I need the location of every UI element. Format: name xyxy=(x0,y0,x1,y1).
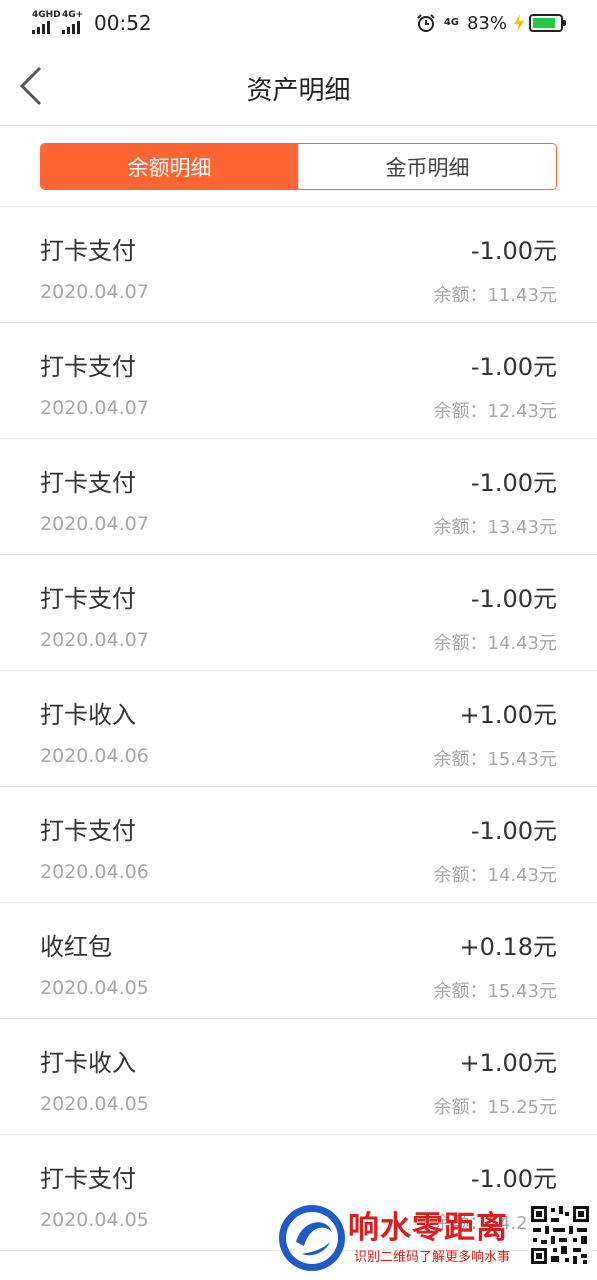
watermark-logo-icon xyxy=(279,1205,345,1271)
transaction-row[interactable]: 打卡收入 +1.00元 2020.04.06 余额：15.43元 xyxy=(0,671,597,787)
transaction-row[interactable]: 收红包 +0.18元 2020.04.05 余额：15.43元 xyxy=(0,903,597,1019)
transaction-amount: -1.00元 xyxy=(470,237,557,265)
transaction-amount: -1.00元 xyxy=(470,1165,557,1193)
signal-icon: 4G+ xyxy=(62,10,88,36)
transaction-amount: -1.00元 xyxy=(470,817,557,845)
page-title: 资产明细 xyxy=(246,76,351,106)
tab-coin-detail[interactable]: 金币明细 xyxy=(298,144,556,189)
transaction-date: 2020.04.05 xyxy=(40,977,149,999)
transaction-amount: -1.00元 xyxy=(470,585,557,613)
watermark: 响水零距离 识别二维码了解更多响水事 xyxy=(274,1196,597,1280)
transaction-date: 2020.04.07 xyxy=(40,281,149,303)
battery-fill xyxy=(533,18,555,28)
transaction-title: 打卡支付 xyxy=(40,585,136,613)
transaction-title: 打卡支付 xyxy=(40,817,136,845)
transaction-row[interactable]: 打卡支付 -1.00元 2020.04.06 余额：14.43元 xyxy=(0,787,597,903)
transaction-title: 打卡收入 xyxy=(40,1049,136,1077)
transaction-title: 打卡支付 xyxy=(40,469,136,497)
transaction-date: 2020.04.06 xyxy=(40,861,149,883)
transaction-balance: 余额：13.43元 xyxy=(433,517,557,538)
transaction-title: 打卡收入 xyxy=(40,701,136,729)
qr-code-icon xyxy=(529,1204,591,1266)
tab-bar: 余额明细 金币明细 xyxy=(0,127,597,207)
transaction-amount: -1.00元 xyxy=(470,469,557,497)
transaction-date: 2020.04.06 xyxy=(40,745,149,767)
signal2-label: 4G+ xyxy=(62,10,84,20)
transaction-title: 收红包 xyxy=(40,933,112,961)
transaction-date: 2020.04.07 xyxy=(40,629,149,651)
watermark-name: 响水零距离 xyxy=(348,1210,508,1246)
transaction-title: 打卡支付 xyxy=(40,237,136,265)
transaction-row[interactable]: 打卡支付 -1.00元 2020.04.07 余额：13.43元 xyxy=(0,439,597,555)
watermark-slogan: 识别二维码了解更多响水事 xyxy=(354,1250,511,1265)
status-bar: 4GHD 4G+ 00:52 4G 83% xyxy=(0,0,597,46)
transaction-amount: +1.00元 xyxy=(459,701,557,729)
transaction-title: 打卡支付 xyxy=(40,353,136,381)
tab-balance-detail[interactable]: 余额明细 xyxy=(41,144,298,189)
nav-bar: 资产明细 xyxy=(0,46,597,126)
transaction-date: 2020.04.05 xyxy=(40,1093,149,1115)
transaction-row[interactable]: 打卡支付 -1.00元 2020.04.07 余额：12.43元 xyxy=(0,323,597,439)
transaction-balance: 余额：11.43元 xyxy=(433,285,557,306)
alarm-icon xyxy=(417,14,435,32)
status-right: 4G 83% xyxy=(416,10,566,36)
segmented-control: 余额明细 金币明细 xyxy=(40,143,557,190)
transaction-title: 打卡支付 xyxy=(40,1165,136,1193)
network-label: 4G xyxy=(443,17,459,28)
charging-bolt-icon xyxy=(514,14,524,32)
transaction-list: 打卡支付 -1.00元 2020.04.07 余额：11.43元 打卡支付 -1.00元 2… xyxy=(0,207,597,1251)
signal1-label: 4GHD xyxy=(32,10,61,20)
transaction-row[interactable]: 打卡收入 +1.00元 2020.04.05 余额：15.25元 xyxy=(0,1019,597,1135)
transaction-balance: 余额：14.43元 xyxy=(433,865,557,886)
transaction-amount: +0.18元 xyxy=(459,933,557,961)
transaction-row[interactable]: 打卡支付 -1.00元 2020.04.07 余额：14.43元 xyxy=(0,555,597,671)
transaction-date: 2020.04.07 xyxy=(40,397,149,419)
transaction-balance: 余额：12.43元 xyxy=(433,401,557,422)
battery-percent: 83% xyxy=(466,12,507,34)
transaction-row[interactable]: 打卡支付 -1.00元 2020.04.07 余额：11.43元 xyxy=(0,207,597,323)
battery-icon xyxy=(529,14,566,32)
transaction-amount: +1.00元 xyxy=(459,1049,557,1077)
status-left: 4GHD 4G+ 00:52 xyxy=(32,10,152,36)
transaction-balance: 余额：14.43元 xyxy=(433,633,557,654)
transaction-date: 2020.04.05 xyxy=(40,1209,149,1231)
transaction-balance: 余额：15.25元 xyxy=(433,1097,557,1118)
transaction-balance: 余额：15.43元 xyxy=(433,981,557,1002)
transaction-balance: 余额：15.43元 xyxy=(433,749,557,770)
signal-icon: 4GHD xyxy=(32,10,61,36)
transaction-amount: -1.00元 xyxy=(470,353,557,381)
transaction-date: 2020.04.07 xyxy=(40,513,149,535)
clock: 00:52 xyxy=(94,11,152,35)
